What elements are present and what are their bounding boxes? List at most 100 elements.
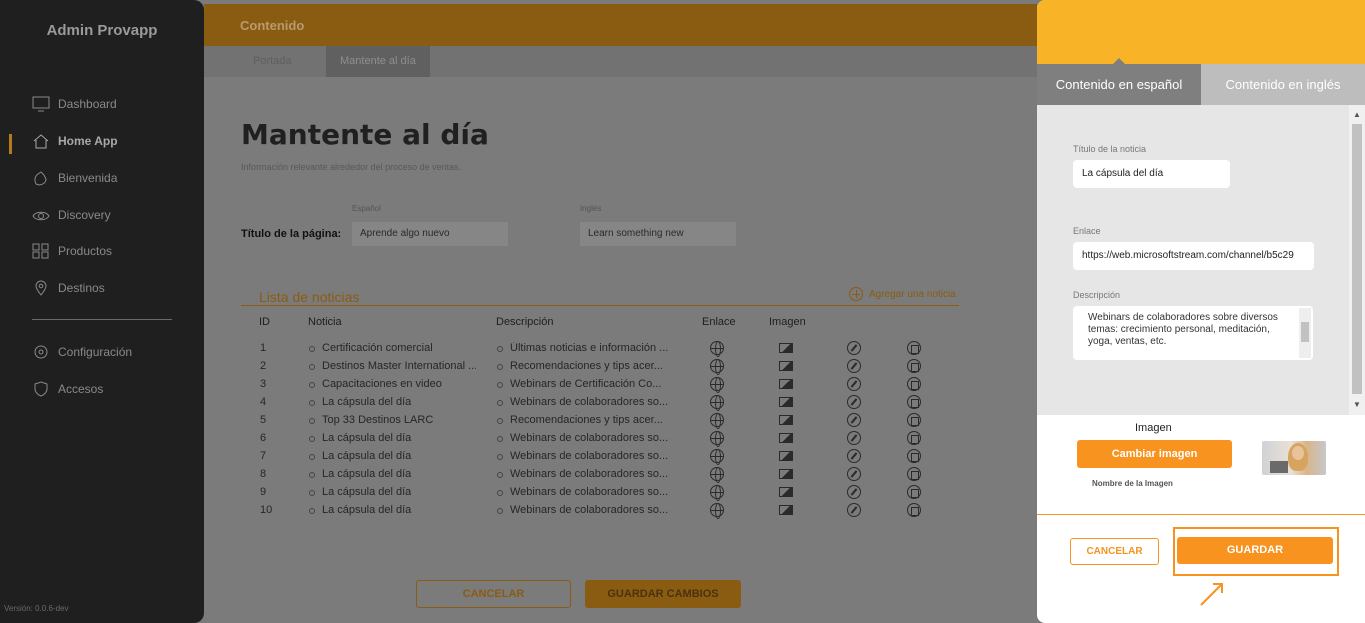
edit-icon[interactable] xyxy=(847,503,861,517)
tab-contenido-ingles[interactable]: Contenido en inglés xyxy=(1201,64,1365,105)
cancel-button[interactable]: CANCELAR xyxy=(1070,538,1159,565)
edit-icon[interactable] xyxy=(847,359,861,373)
trash-icon[interactable] xyxy=(907,467,921,481)
edit-icon[interactable] xyxy=(847,413,861,427)
image-icon[interactable] xyxy=(779,433,793,443)
sidebar-item-configuracion[interactable]: Configuración xyxy=(32,342,132,362)
row-news-title: La cápsula del día xyxy=(322,486,412,498)
save-changes-button[interactable]: GUARDAR CAMBIOS xyxy=(585,580,741,608)
sidebar-item-discovery[interactable]: Discovery xyxy=(32,205,111,225)
table-row: 9 La cápsula del día Webinars de colaborad… xyxy=(204,484,1037,502)
edit-icon[interactable] xyxy=(847,377,861,391)
globe-icon[interactable] xyxy=(710,431,724,447)
edit-icon[interactable] xyxy=(847,431,861,445)
cancel-main-button[interactable]: CANCELAR xyxy=(416,580,571,608)
page-title-es-input[interactable]: Aprende algo nuevo xyxy=(352,222,508,246)
row-id: 10 xyxy=(260,504,273,516)
scroll-down-icon[interactable]: ▼ xyxy=(1353,400,1361,409)
scrollbar-thumb[interactable] xyxy=(1352,124,1362,394)
globe-icon[interactable] xyxy=(710,359,724,375)
textarea-scrollbar-thumb[interactable] xyxy=(1301,322,1309,342)
sidebar-item-bienvenida[interactable]: Bienvenida xyxy=(32,168,117,188)
trash-icon[interactable] xyxy=(907,341,921,355)
image-icon[interactable] xyxy=(779,379,793,389)
sidebar-item-label: Configuración xyxy=(58,345,133,359)
trash-icon[interactable] xyxy=(907,359,921,373)
row-id: 7 xyxy=(260,450,267,462)
row-news-title: La cápsula del día xyxy=(322,450,412,462)
row-id: 8 xyxy=(260,468,267,480)
tab-portada[interactable]: Portada xyxy=(239,46,306,77)
globe-icon[interactable] xyxy=(710,467,724,483)
edit-icon[interactable] xyxy=(847,341,861,355)
column-header-id: ID xyxy=(259,316,270,328)
news-list-title: Lista de noticias xyxy=(259,289,360,305)
globe-icon[interactable] xyxy=(710,377,724,393)
image-icon[interactable] xyxy=(779,343,793,353)
link-input[interactable]: https://web.microsoftstream.com/channel/… xyxy=(1073,242,1314,270)
globe-icon[interactable] xyxy=(710,503,724,519)
change-image-button[interactable]: Cambiar imagen xyxy=(1077,440,1232,468)
globe-icon[interactable] xyxy=(710,485,724,501)
news-title-input[interactable]: La cápsula del día xyxy=(1073,160,1230,188)
row-description: Webinars de colaboradores so... xyxy=(510,486,669,498)
globe-icon[interactable] xyxy=(710,413,724,429)
globe-icon[interactable] xyxy=(710,395,724,411)
trash-icon[interactable] xyxy=(907,431,921,445)
edit-icon[interactable] xyxy=(847,395,861,409)
row-id: 9 xyxy=(260,486,267,498)
bullet-icon xyxy=(309,346,315,352)
edit-news-panel: Contenido en español Contenido en inglés… xyxy=(1037,0,1365,623)
table-row: 3 Capacitaciones en video Webinars de Cert… xyxy=(204,376,1037,394)
sidebar-item-label: Productos xyxy=(58,244,113,258)
table-row: 1 Certificación comercial Últimas noticias… xyxy=(204,340,1037,358)
trash-icon[interactable] xyxy=(907,485,921,499)
sidebar-item-destinos[interactable]: Destinos xyxy=(32,278,105,298)
image-icon[interactable] xyxy=(779,415,793,425)
image-icon[interactable] xyxy=(779,397,793,407)
tab-contenido-espanol[interactable]: Contenido en español xyxy=(1037,64,1201,105)
bullet-icon xyxy=(309,364,315,370)
trash-icon[interactable] xyxy=(907,395,921,409)
scroll-up-icon[interactable]: ▲ xyxy=(1353,110,1361,119)
image-icon[interactable] xyxy=(779,451,793,461)
description-textarea[interactable]: Webinars de colaboradores sobre diversos… xyxy=(1073,306,1313,360)
image-icon[interactable] xyxy=(779,469,793,479)
trash-icon[interactable] xyxy=(907,413,921,427)
row-description: Webinars de colaboradores so... xyxy=(510,504,669,516)
sidebar-item-accesos[interactable]: Accesos xyxy=(32,379,103,399)
edit-icon[interactable] xyxy=(847,485,861,499)
hand-icon xyxy=(34,171,47,186)
spanish-label: Español xyxy=(352,204,381,213)
sidebar-divider xyxy=(32,319,172,320)
image-icon[interactable] xyxy=(779,505,793,515)
sidebar-item-label: Bienvenida xyxy=(58,171,118,185)
trash-icon[interactable] xyxy=(907,449,921,463)
table-row: 5 Top 33 Destinos LARC Recomendaciones y t… xyxy=(204,412,1037,430)
sidebar-item-productos[interactable]: Productos xyxy=(32,241,112,261)
trash-icon[interactable] xyxy=(907,503,921,517)
row-description: Últimas noticias e información ... xyxy=(510,342,669,354)
sidebar-item-label: Discovery xyxy=(58,208,111,222)
page-title-en-input[interactable]: Learn something new xyxy=(580,222,736,246)
location-pin-icon xyxy=(35,280,47,296)
save-button[interactable]: GUARDAR xyxy=(1177,537,1333,564)
sub-tabs: Portada Mantente al día xyxy=(204,46,1037,77)
trash-icon[interactable] xyxy=(907,377,921,391)
home-icon xyxy=(33,134,49,149)
row-description: Webinars de colaboradores so... xyxy=(510,432,669,444)
edit-icon[interactable] xyxy=(847,449,861,463)
image-icon[interactable] xyxy=(779,361,793,371)
sidebar-item-dashboard[interactable]: Dashboard xyxy=(32,94,117,114)
tab-mantente-al-dia[interactable]: Mantente al día xyxy=(326,46,430,77)
table-row: 7 La cápsula del día Webinars de colaborad… xyxy=(204,448,1037,466)
globe-icon[interactable] xyxy=(710,341,724,357)
edit-icon[interactable] xyxy=(847,467,861,481)
bullet-icon xyxy=(309,472,315,478)
image-icon[interactable] xyxy=(779,487,793,497)
add-news-button[interactable]: Agregar una noticia xyxy=(849,287,956,301)
sidebar-item-label: Destinos xyxy=(58,281,105,295)
globe-icon[interactable] xyxy=(710,449,724,465)
bullet-icon xyxy=(309,454,315,460)
sidebar-item-home-app[interactable]: Home App xyxy=(32,131,118,151)
